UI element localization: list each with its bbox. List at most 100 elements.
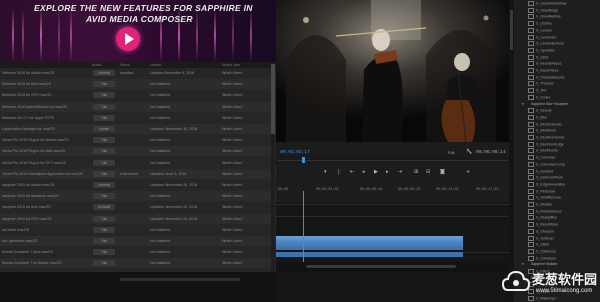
effects-item[interactable]: S_Convolve <box>528 155 555 161</box>
whats-new-link[interactable]: What's New? <box>222 149 243 153</box>
effects-item[interactable]: S_GlowRedline <box>528 14 561 20</box>
table-row[interactable]: Sorba Pro 2018 Standalone Application fo… <box>0 168 276 179</box>
action-button[interactable]: Trial <box>93 249 115 256</box>
table-row[interactable]: Mocha Complete 7 Avid macOS Trial Not Inst… <box>0 247 276 257</box>
effects-item[interactable]: S_Beauty <box>528 108 552 114</box>
go-to-in-icon[interactable]: ⇤ <box>350 169 354 175</box>
whats-new-link[interactable]: What's New? <box>222 239 243 243</box>
effects-item[interactable]: S_Threads <box>528 81 554 87</box>
effects-item[interactable]: S_BlurChannels <box>528 121 562 128</box>
effects-item[interactable]: S_ConvolveComp <box>528 161 565 168</box>
timeline-playhead[interactable] <box>303 191 304 268</box>
whats-new-link[interactable]: What's New? <box>222 250 243 254</box>
scrollbar-thumb[interactable] <box>271 64 275 134</box>
effects-item[interactable]: S_GlintRemove <box>528 195 561 201</box>
effects-item[interactable]: S_DefocusPrism <box>528 175 563 181</box>
effects-item[interactable]: S_ZBlur <box>528 242 549 248</box>
action-button[interactable]: Uninstall <box>93 70 115 76</box>
table-row[interactable]: Mettrium 2018 for Adobe macOS Uninstall In… <box>0 68 276 78</box>
effects-item[interactable]: S_LensFlare <box>528 34 556 41</box>
action-button[interactable]: Trial <box>93 103 115 110</box>
action-button[interactable]: Trial <box>93 159 115 166</box>
action-button[interactable]: Trial <box>93 215 115 222</box>
timeline-clip-video[interactable] <box>276 236 463 250</box>
table-row[interactable]: Sorba Pro 2018 Plug-in for OFX macOS Tria… <box>0 158 276 168</box>
effects-item[interactable]: S_RackDefocus <box>528 208 562 215</box>
table-row[interactable]: sapphire 2019 for Autodesk macOS Trial Not… <box>0 191 276 202</box>
whats-new-link[interactable]: What's New? <box>222 205 243 209</box>
whats-new-link[interactable]: What's New? <box>222 71 243 75</box>
action-button[interactable]: Trial <box>93 137 115 144</box>
action-button[interactable]: Trial <box>93 148 115 155</box>
effects-item[interactable]: S_BlurFromEdge <box>528 141 564 148</box>
table-row[interactable]: Mettrium v11.0.7 for Apple FCPX Trial Not … <box>0 113 276 123</box>
table-row[interactable]: Sorba Pro 2018 Plug-in for Adobe macOS Tr… <box>0 135 276 145</box>
add-button-icon[interactable]: + <box>466 169 470 175</box>
action-button[interactable]: Uninstall <box>93 204 115 211</box>
action-button[interactable]: Trial <box>93 81 115 88</box>
whats-new-link[interactable]: What's New? <box>222 138 243 142</box>
timeline-panel[interactable]: 00;00 00;03;03;16 00;06;03;16 00;06;08;1… <box>276 186 514 262</box>
wrench-icon[interactable]: 🔧 <box>466 149 472 155</box>
timeline-ruler[interactable]: 00;00 00;03;03;16 00;06;03;16 00;06;08;1… <box>276 186 514 202</box>
action-button[interactable]: Trial <box>93 226 115 233</box>
whats-new-link[interactable]: What's New? <box>222 172 243 176</box>
effects-item[interactable]: S_ShadowBeams <box>528 74 565 81</box>
effects-item[interactable]: S_EdgeAwareBlur <box>528 181 565 188</box>
effects-item[interactable]: S_Glint <box>528 54 548 61</box>
table-row[interactable]: t Application Manager for macOS Update Upd… <box>0 124 276 134</box>
effects-item[interactable]: S_GlowRings <box>528 7 558 14</box>
effects-item[interactable]: S_Median <box>528 202 552 208</box>
whats-new-link[interactable]: What's New? <box>222 127 243 131</box>
table-row[interactable]: Mettrium 2018 particleIllusion for macOS… <box>0 101 276 112</box>
effects-item[interactable]: S_BlurDirectional <box>528 135 564 141</box>
effects-item[interactable]: S_GlowAutoFollow <box>528 1 566 7</box>
overwrite-icon[interactable]: ⊟ <box>426 169 430 175</box>
whats-new-link[interactable]: What's New? <box>222 161 243 165</box>
table-row[interactable]: Mettrium 2018 for Avid macOS Trial Not Ins… <box>0 79 276 90</box>
table-row[interactable]: sic Mesh macOS Trial Not Installed What's N… <box>0 225 276 235</box>
go-to-out-icon[interactable]: ⇥ <box>398 169 402 175</box>
action-button[interactable]: Trial <box>93 193 115 200</box>
whats-new-link[interactable]: What's New? <box>222 116 243 120</box>
action-button[interactable]: Uninstall <box>93 182 115 188</box>
effects-item[interactable]: S_FilmGlow <box>528 188 555 195</box>
effects-item[interactable]: S_Outline <box>528 21 552 27</box>
effects-item[interactable]: S_ReadyBlur <box>528 215 557 221</box>
whats-new-link[interactable]: What's New? <box>222 82 243 86</box>
action-button[interactable]: Trial <box>93 170 115 177</box>
effects-category[interactable]: ▾ Sapphire Blur+Sharpen <box>522 102 568 108</box>
promo-banner[interactable]: EXPLORE THE NEW FEATURES FOR SAPPHIRE IN… <box>0 0 276 62</box>
effects-item[interactable]: S_ResetWarp <box>528 222 558 228</box>
effects-item[interactable]: S_Softener <box>528 235 554 242</box>
effects-item[interactable]: S_Vortex <box>528 94 551 101</box>
export-frame-icon[interactable]: ◙ <box>440 169 445 175</box>
step-back-icon[interactable]: ◂ <box>362 169 365 175</box>
effects-item[interactable]: S_LensFlareAuto <box>528 41 564 47</box>
fit-dropdown[interactable]: Full <box>448 150 454 155</box>
effects-item[interactable]: S_ZSharpen <box>528 255 556 262</box>
whats-new-link[interactable]: What's New? <box>222 194 243 198</box>
action-button[interactable]: Trial <box>93 114 115 121</box>
whats-new-link[interactable]: What's New? <box>222 93 243 97</box>
timeline-scrollbar[interactable] <box>276 262 514 272</box>
whats-new-link[interactable]: What's New? <box>222 183 243 187</box>
action-button[interactable]: Trial <box>93 92 115 99</box>
table-scrollbar[interactable] <box>271 62 275 272</box>
table-row[interactable]: Mocha Complete 7 for Adobe macOS Trial Not… <box>0 258 276 269</box>
current-timecode[interactable]: 00;03;03;17 <box>280 150 310 155</box>
effects-item[interactable]: S_BuzzFlares <box>528 68 558 74</box>
action-button[interactable]: Trial <box>93 238 115 244</box>
whats-new-link[interactable]: What's New? <box>222 261 243 265</box>
whats-new-link[interactable]: What's New? <box>222 217 243 221</box>
play-icon[interactable] <box>116 27 140 51</box>
effects-item[interactable]: S_Sharpen <box>528 228 554 235</box>
step-forward-icon[interactable]: ▸ <box>386 169 389 175</box>
table-row[interactable]: Sorba Pro 2018 Plug-in for Avid macOS Tri… <box>0 146 276 157</box>
effects-item[interactable]: S_ZDefocus <box>528 248 556 255</box>
play-button-icon[interactable]: ▶ <box>374 169 378 175</box>
effects-item[interactable]: S_BlurDirect <box>528 128 556 134</box>
effects-item[interactable]: S_BlurMocha <box>528 148 558 154</box>
mark-out-icon[interactable]: | <box>338 169 340 175</box>
effects-item[interactable]: S_Sparkles <box>528 47 554 54</box>
